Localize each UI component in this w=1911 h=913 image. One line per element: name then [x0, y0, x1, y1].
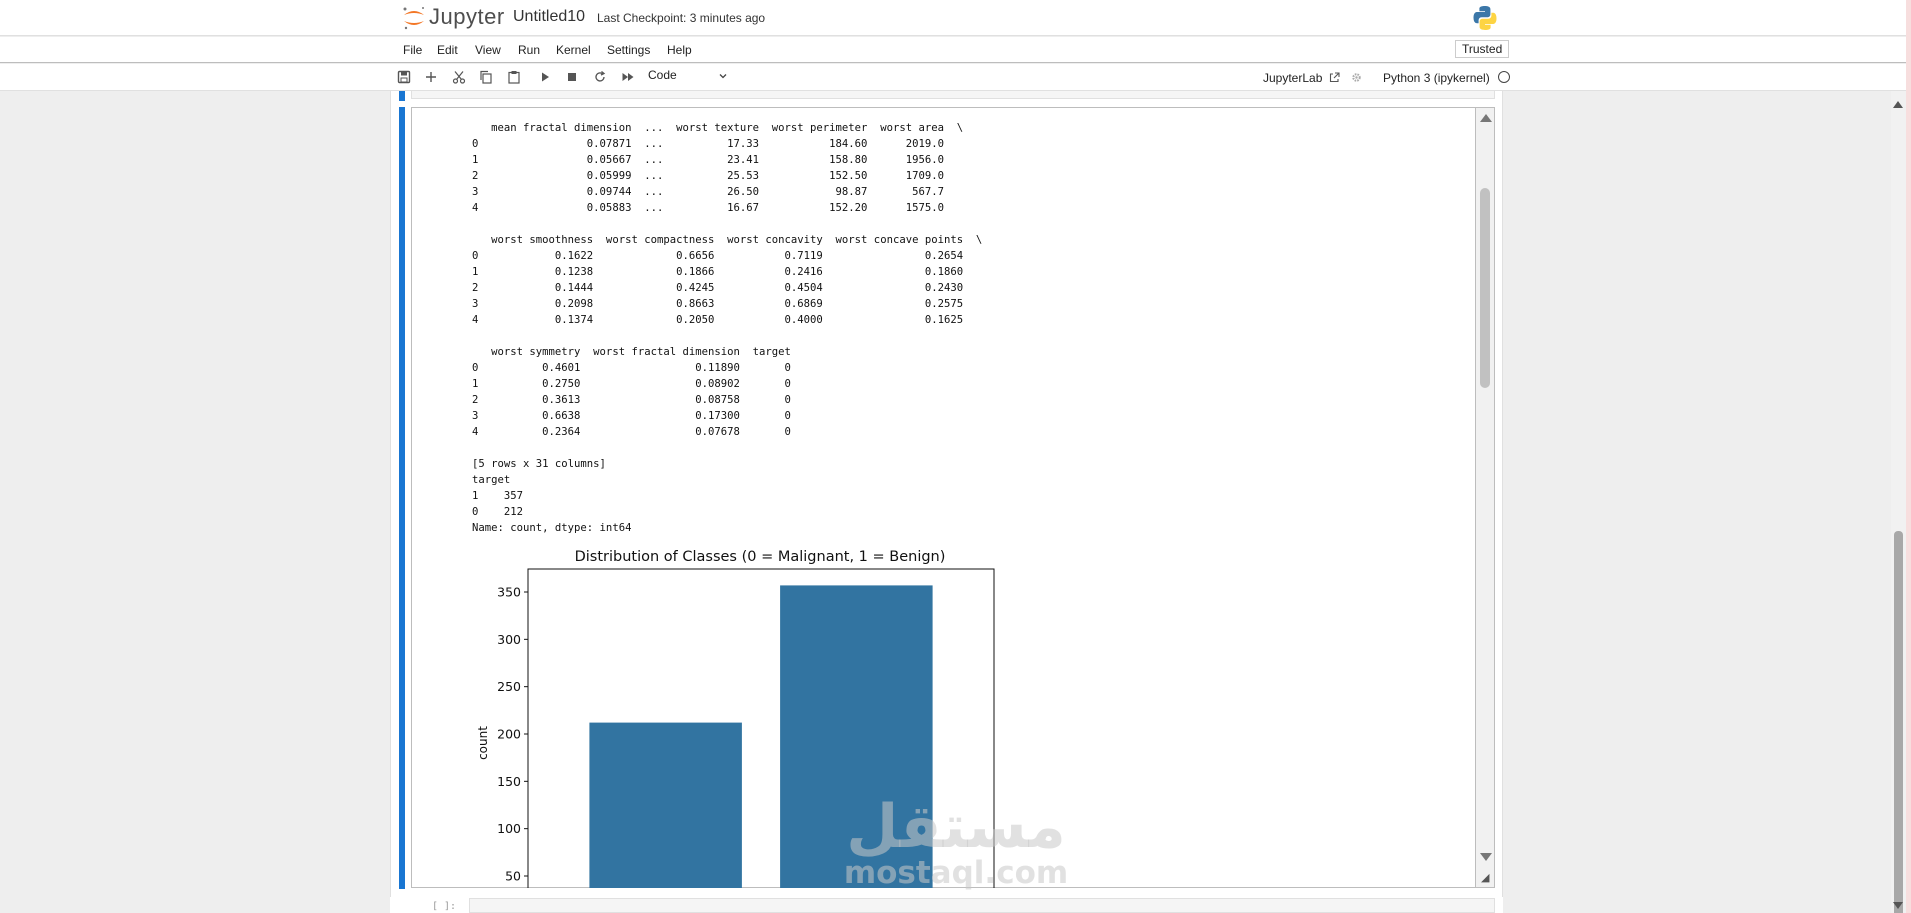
output-scrollbar[interactable]: ◢ — [1476, 107, 1495, 888]
kernel-status-icon — [1498, 71, 1510, 83]
y-tick-label: 300 — [497, 632, 521, 647]
y-tick-label: 150 — [497, 774, 521, 789]
page-scroll-down-icon[interactable] — [1893, 902, 1903, 909]
menu-view[interactable]: View — [475, 43, 501, 57]
output-text: mean fractal dimension ... worst texture… — [472, 122, 983, 534]
menu-bar: File Edit View Run Kernel Settings Help … — [0, 37, 1906, 63]
run-icon[interactable] — [538, 70, 552, 84]
next-cell-input[interactable] — [469, 898, 1495, 913]
top-header: Jupyter Untitled10 Last Checkpoint: 3 mi… — [0, 0, 1906, 36]
cell-type-value: Code — [648, 68, 677, 82]
trusted-indicator[interactable]: Trusted — [1455, 40, 1510, 58]
menu-file[interactable]: File — [403, 43, 422, 57]
page-scroll-up-icon[interactable] — [1893, 101, 1903, 108]
last-checkpoint: Last Checkpoint: 3 minutes ago — [597, 11, 766, 25]
gear-icon[interactable] — [1351, 72, 1362, 83]
external-link-icon — [1329, 72, 1340, 83]
bar-0 — [589, 722, 742, 888]
jupyter-logo-text: Jupyter — [429, 4, 505, 29]
y-tick-label: 50 — [505, 869, 521, 884]
output-scroll-thumb[interactable] — [1480, 188, 1490, 388]
menu-help[interactable]: Help — [667, 43, 692, 57]
y-tick-label: 250 — [497, 679, 521, 694]
cell-type-select[interactable]: Code — [648, 68, 728, 86]
menu-settings[interactable]: Settings — [607, 43, 650, 57]
page-scrollbar[interactable] — [1891, 91, 1906, 913]
notebook-toolbar: Code JupyterLab Python 3 (ipykernel) — [0, 64, 1906, 91]
previous-cell-input[interactable] — [411, 91, 1495, 99]
y-tick-label: 200 — [497, 727, 521, 742]
resize-handle-icon[interactable]: ◢ — [1481, 871, 1489, 884]
window-edge — [1906, 0, 1911, 913]
next-cell-prompt: [ ]: — [432, 901, 457, 912]
cell-collapser-top[interactable] — [399, 91, 405, 101]
python-logo-icon — [1473, 6, 1497, 30]
menu-run[interactable]: Run — [518, 43, 540, 57]
jupyter-logo-icon[interactable] — [399, 3, 429, 33]
scroll-up-arrow-icon[interactable] — [1480, 114, 1492, 122]
page-scroll-thumb[interactable] — [1894, 531, 1903, 913]
class-distribution-chart: Distribution of Classes (0 = Malignant, … — [476, 549, 995, 888]
output-collapser[interactable] — [399, 107, 405, 889]
jupyterlab-link-label: JupyterLab — [1263, 71, 1323, 85]
menu-edit[interactable]: Edit — [437, 43, 458, 57]
y-tick-label: 350 — [497, 585, 521, 600]
paste-icon[interactable] — [507, 70, 521, 84]
chart-y-axis-label: count — [476, 726, 490, 760]
save-icon[interactable] — [397, 70, 411, 84]
cut-icon[interactable] — [452, 70, 466, 84]
add-icon[interactable] — [424, 70, 438, 84]
y-tick-label: 100 — [497, 821, 521, 836]
bar-1 — [780, 585, 933, 888]
stop-icon[interactable] — [565, 70, 579, 84]
run-all-icon[interactable] — [621, 70, 635, 84]
jupyter-notebook-window: Jupyter Untitled10 Last Checkpoint: 3 mi… — [0, 0, 1911, 913]
notebook-title[interactable]: Untitled10 — [513, 8, 585, 26]
copy-icon[interactable] — [479, 70, 493, 84]
jupyterlab-link[interactable]: JupyterLab — [1263, 71, 1362, 85]
restart-icon[interactable] — [593, 70, 607, 84]
kernel-name[interactable]: Python 3 (ipykernel) — [1383, 71, 1490, 85]
chevron-down-icon — [719, 74, 727, 79]
scroll-down-arrow-icon[interactable] — [1480, 853, 1492, 861]
chart-title: Distribution of Classes (0 = Malignant, … — [575, 549, 946, 565]
menu-kernel[interactable]: Kernel — [556, 43, 591, 57]
